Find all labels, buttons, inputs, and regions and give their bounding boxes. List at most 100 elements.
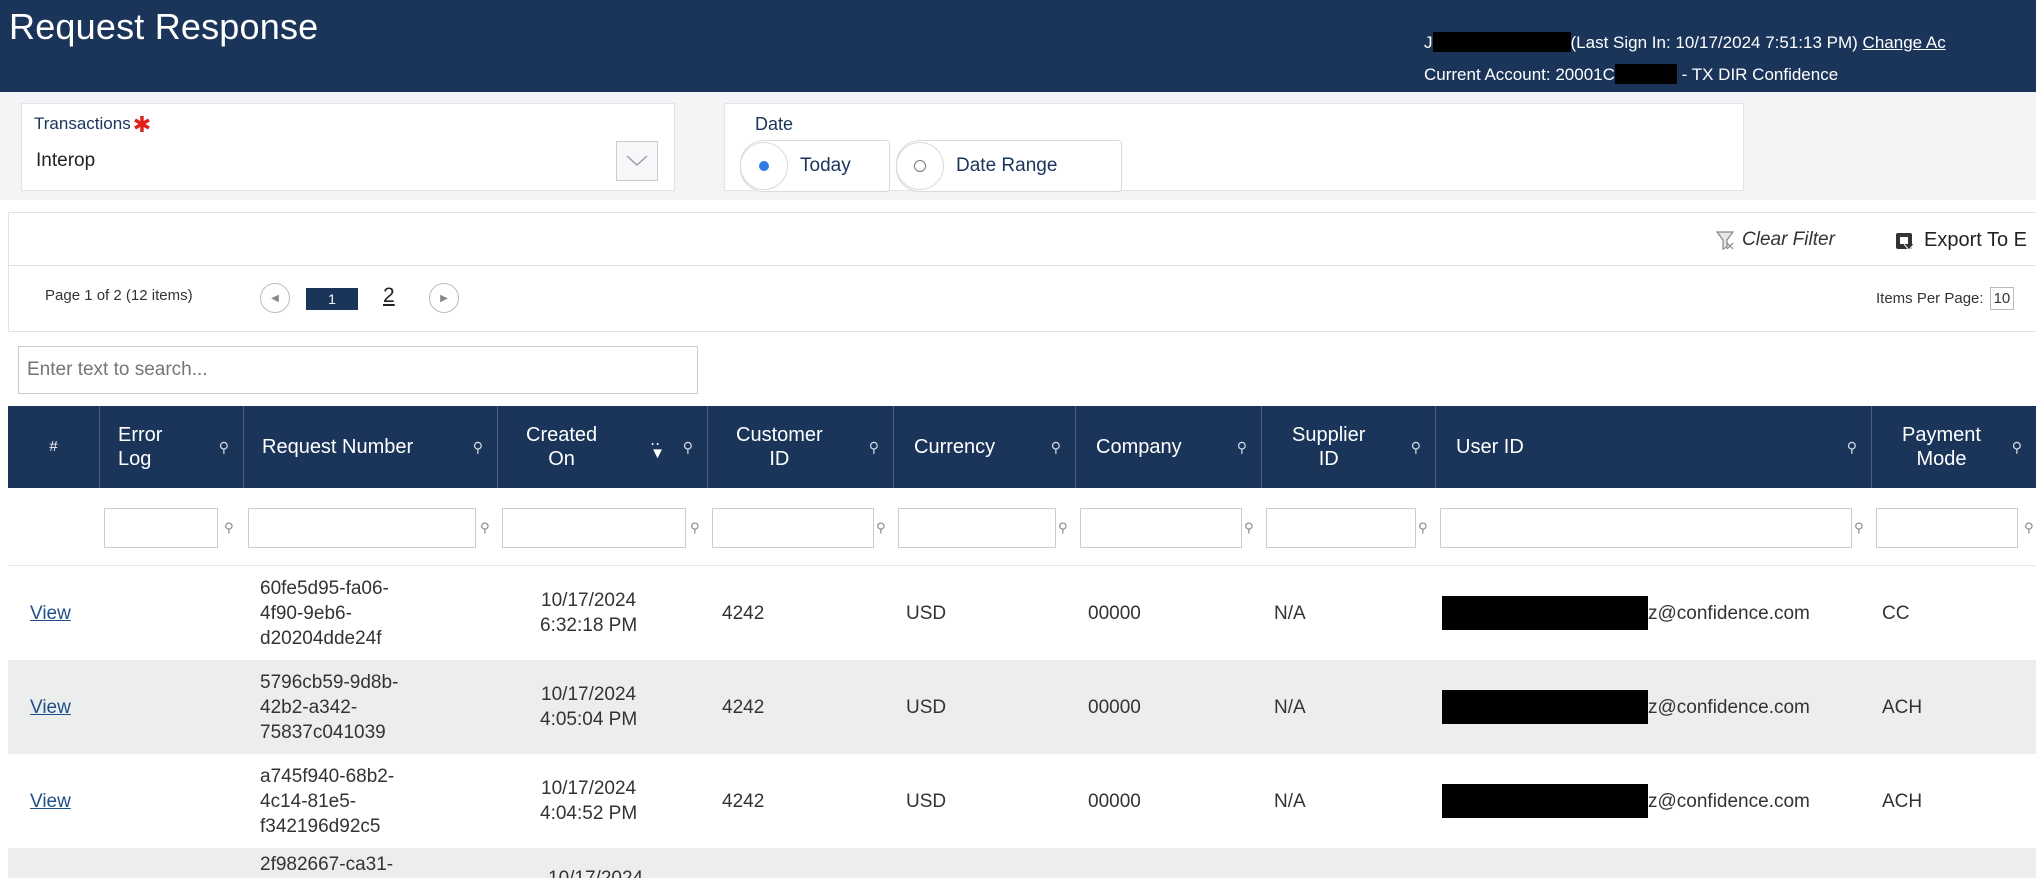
pin-icon[interactable]: ⚲ [1237,439,1247,456]
column-header-user-id[interactable]: User ID ⚲ [1436,406,1872,488]
column-header-created-on[interactable]: Created On ‥ ▼ ⚲ [498,406,708,488]
page-1-button[interactable]: 1 [306,288,358,310]
pin-icon[interactable]: ⚲ [869,439,879,456]
payment-mode-cell: ACH [1882,696,1923,718]
export-label: Export To E [1924,229,2028,251]
currency-cell: USD [906,602,947,624]
filter-input-created-on[interactable] [502,508,686,548]
current-account-suffix: - TX DIR Confidence [1681,65,1839,84]
payment-mode-cell: ACH [1882,790,1923,812]
filter-input-customer-id[interactable] [712,508,874,548]
table-row: View a745f940-68b2- 4c14-81e5- f342196d9… [8,754,2036,848]
radio-unselected-icon [896,142,944,190]
date-option-label: Date Range [956,155,1058,176]
filter-pin-icon[interactable]: ⚲ [2024,520,2034,536]
filter-pin-icon[interactable]: ⚲ [480,520,490,536]
transactions-dropdown-button[interactable] [616,141,658,181]
current-account-info: Current Account: 20001C - TX DIR Confide… [1424,64,1838,85]
view-link[interactable]: View [30,601,71,626]
column-header-company[interactable]: Company ⚲ [1076,406,1262,488]
company-cell: 00000 [1088,696,1141,718]
user-id-cell: z@confidence.com [1442,566,1810,660]
supplier-id-cell: N/A [1274,602,1306,624]
pin-icon[interactable]: ⚲ [1051,439,1061,456]
page-2-button[interactable]: 2 [383,284,395,308]
grid-filter-row: ⚲ ⚲ ⚲ ⚲ ⚲ ⚲ ⚲ ⚲ ⚲ [8,488,2036,566]
clear-filter-button[interactable]: Clear Filter [1716,229,1835,251]
customer-id-cell: 4242 [722,602,765,624]
search-input[interactable] [18,346,698,394]
view-link[interactable]: View [30,789,71,814]
request-number-cell: a745f940-68b2- 4c14-81e5- f342196d92c5 [260,765,395,837]
currency-cell: USD [906,790,947,812]
items-per-page-select[interactable]: 10 [1989,287,2015,310]
created-on-cell: 10/17/2024 [548,848,643,878]
request-number-cell: 60fe5d95-fa06- 4f90-9eb6- d20204dde24f [260,577,389,649]
filter-pin-icon[interactable]: ⚲ [876,520,886,536]
view-link[interactable]: View [30,695,71,720]
created-on-cell: 10/17/2024 4:05:04 PM [540,684,638,730]
next-page-button[interactable]: ▶ [429,283,459,313]
date-option-date-range[interactable]: Date Range [896,140,1122,192]
filter-input-payment-mode[interactable] [1876,508,2018,548]
column-header-supplier-id[interactable]: Supplier ID ⚲ [1262,406,1436,488]
transactions-select-value[interactable]: Interop [36,150,95,172]
chevron-left-icon: ◀ [271,292,279,304]
redacted-user-name [1432,32,1571,52]
app-header: Request Response J (Last Sign In: 10/17/2… [0,0,2036,92]
previous-page-button[interactable]: ◀ [260,283,290,313]
filter-input-request-number[interactable] [248,508,476,548]
column-header-number[interactable]: # [8,406,100,488]
supplier-id-cell: N/A [1274,696,1306,718]
company-cell: 00000 [1088,790,1141,812]
filter-input-user-id[interactable] [1440,508,1852,548]
filter-pin-icon[interactable]: ⚲ [224,520,234,536]
pin-icon[interactable]: ⚲ [683,439,693,456]
date-label: Date [755,114,794,134]
clear-filter-icon [1716,231,1734,250]
customer-id-cell: 4242 [722,696,765,718]
required-star-icon: ✱ [132,112,152,137]
redacted-user-id [1442,690,1648,724]
created-on-cell: 10/17/2024 4:04:52 PM [540,778,638,824]
column-header-error-log[interactable]: Error Log ⚲ [100,406,244,488]
sort-descending-icon[interactable]: ‥ ▼ [650,433,665,461]
user-sign-in-info: J (Last Sign In: 10/17/2024 7:51:13 PM) C… [1424,32,1946,53]
chevron-right-icon: ▶ [440,292,448,304]
column-header-currency[interactable]: Currency ⚲ [894,406,1076,488]
user-name-prefix: J [1424,33,1433,52]
change-account-link[interactable]: Change Ac [1863,33,1946,52]
table-row: View 5796cb59-9d8b- 42b2-a342- 75837c041… [8,660,2036,754]
customer-id-cell: 4242 [722,790,765,812]
filter-pin-icon[interactable]: ⚲ [1418,520,1428,536]
grid-header-row: # Error Log ⚲ Request Number ⚲ Created On ‥… [8,406,2036,488]
filter-input-error-log[interactable] [104,508,218,548]
items-per-page: Items Per Page: 10 [1876,287,2015,310]
pin-icon[interactable]: ⚲ [473,439,483,456]
radio-selected-icon [740,142,788,190]
pin-icon[interactable]: ⚲ [1411,439,1421,456]
column-header-customer-id[interactable]: Customer ID ⚲ [708,406,894,488]
current-account-label: Current Account: 20001C [1424,65,1615,84]
created-on-cell: 10/17/2024 6:32:18 PM [540,590,638,636]
clear-filter-label: Clear Filter [1742,229,1835,250]
filter-input-supplier-id[interactable] [1266,508,1416,548]
filter-pin-icon[interactable]: ⚲ [690,520,700,536]
column-header-request-number[interactable]: Request Number ⚲ [244,406,498,488]
payment-mode-cell: CC [1882,602,1910,624]
export-button[interactable]: Export To E [1894,229,2027,252]
date-option-today[interactable]: Today [740,140,890,192]
filter-input-currency[interactable] [898,508,1056,548]
pin-icon[interactable]: ⚲ [2012,439,2022,456]
user-id-cell: z@confidence.com [1442,660,1810,754]
last-sign-in: (Last Sign In: 10/17/2024 7:51:13 PM) [1570,33,1858,52]
pin-icon[interactable]: ⚲ [1847,439,1857,456]
filter-input-company[interactable] [1080,508,1242,548]
filter-pin-icon[interactable]: ⚲ [1854,520,1864,536]
column-header-payment-mode[interactable]: Payment Mode ⚲ [1872,406,2036,488]
pin-icon[interactable]: ⚲ [219,439,229,456]
filter-pin-icon[interactable]: ⚲ [1058,520,1068,536]
table-row: 2f982667-ca31- 10/17/2024 [8,848,2036,878]
filter-pin-icon[interactable]: ⚲ [1244,520,1254,536]
company-cell: 00000 [1088,602,1141,624]
